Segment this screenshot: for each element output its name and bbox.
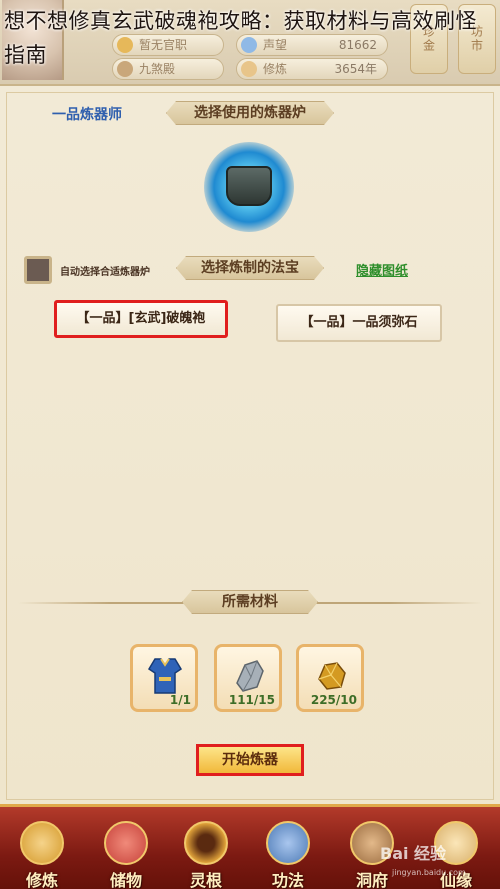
top-status-bar: 暂无官职 声望 81662 九煞殿 修炼 3654年 珍金 坊市 想不想修真玄武… [0, 0, 500, 84]
materials-banner: 所需材料 [182, 590, 318, 614]
material-slot-stone[interactable]: 111/15 [214, 644, 282, 712]
nav-storage[interactable]: 储物 [90, 807, 162, 889]
crafter-rank: 一品炼器师 [52, 107, 122, 123]
nav-label: 功法 [271, 871, 304, 889]
material-count: 111/15 [228, 693, 275, 707]
furnace-banner: 选择使用的炼器炉 [166, 101, 334, 125]
nav-cultivation[interactable]: 修炼 [6, 807, 78, 889]
robe-icon [147, 658, 183, 694]
start-crafting-button[interactable]: 开始炼器 [196, 744, 304, 776]
auto-select-label: 自动选择合适炼器炉 [60, 267, 150, 278]
nav-label: 灵根 [189, 871, 222, 889]
furnace-icon[interactable] [204, 142, 294, 232]
meditation-icon [20, 821, 64, 865]
nav-spirit-root[interactable]: 灵根 [170, 807, 242, 889]
article-title: 想不想修真玄武破魂袍攻略：获取材料与高效刷怪指南 [4, 9, 477, 67]
artifact-banner: 选择炼制的法宝 [176, 256, 324, 280]
item-sumeru-stone-button[interactable]: 【一品】一品须弥石 [276, 304, 442, 342]
material-slot-ore[interactable]: 225/10 [296, 644, 364, 712]
hide-recipe-link[interactable]: 隐藏图纸 [356, 260, 408, 279]
scroll-icon [266, 821, 310, 865]
ore-icon [318, 662, 346, 690]
spirit-root-icon [184, 821, 228, 865]
material-count: 225/10 [310, 693, 357, 707]
stone-icon [236, 660, 264, 692]
auto-select-checkbox[interactable] [24, 256, 52, 284]
nav-label: 修炼 [25, 871, 58, 889]
watermark-logo: Bai 经验 [380, 844, 447, 863]
watermark-url: jingyan.baidu.com [392, 868, 466, 877]
nav-techniques[interactable]: 功法 [252, 807, 324, 889]
item-xuanwu-robe-button[interactable]: 【一品】[玄武]破魄袍 [54, 300, 228, 338]
nav-label: 储物 [109, 871, 142, 889]
material-slot-robe[interactable]: 1/1 [130, 644, 198, 712]
bag-icon [104, 821, 148, 865]
furnace-cauldron [226, 166, 272, 206]
material-count: 1/1 [169, 693, 191, 707]
